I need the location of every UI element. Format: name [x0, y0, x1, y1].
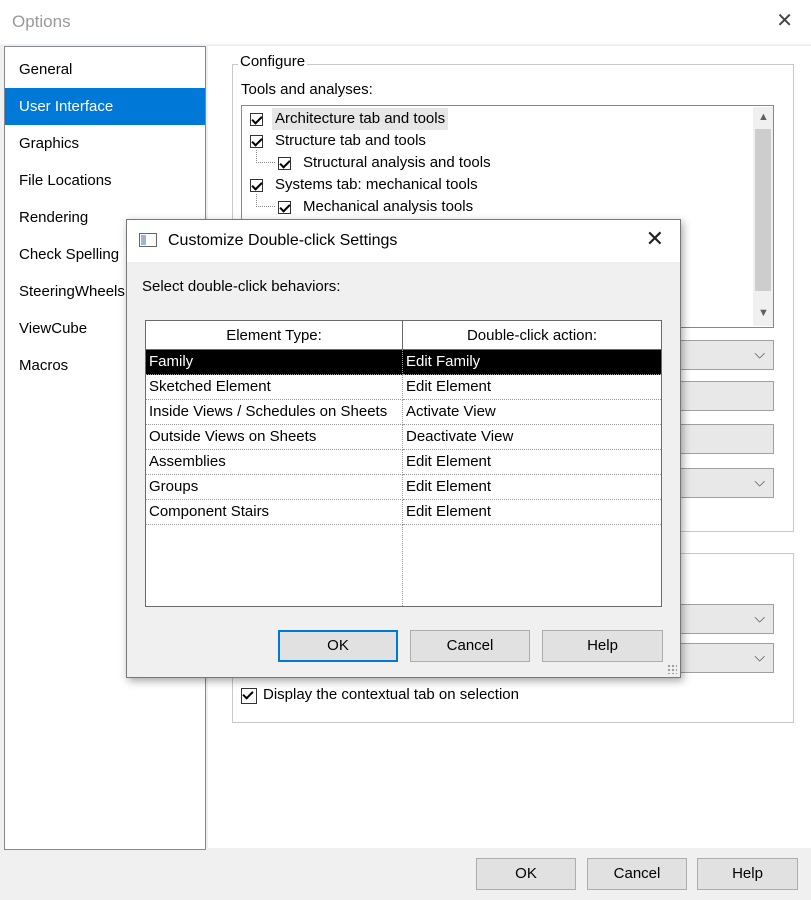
double-click-grid: Element Type: Double-click action: Famil… [145, 320, 662, 607]
chevron-down-icon: ⌵ [754, 345, 765, 362]
element-type-cell[interactable]: Sketched Element [146, 375, 403, 400]
column-divider [402, 525, 403, 606]
scroll-up-icon[interactable]: ▲ [758, 111, 769, 123]
scroll-thumb[interactable] [755, 129, 771, 291]
table-row[interactable]: Family Edit Family [146, 350, 661, 375]
nav-item-user-interface[interactable]: User Interface [5, 88, 205, 125]
contextual-tab-checkbox[interactable] [241, 688, 257, 704]
options-titlebar: Options ✕ [0, 0, 811, 44]
tree-item-label: Architecture tab and tools [275, 110, 446, 127]
ok-button[interactable]: OK [476, 858, 576, 890]
dialog-titlebar: Customize Double-click Settings ✕ [127, 220, 680, 262]
tree-connector [256, 194, 275, 207]
resize-grip-icon[interactable] [667, 664, 677, 674]
tools-analyses-label: Tools and analyses: [241, 81, 373, 98]
table-row[interactable]: Outside Views on Sheets Deactivate View [146, 425, 661, 450]
chevron-down-icon: ⌵ [754, 609, 765, 626]
table-row[interactable]: Component Stairs Edit Element [146, 500, 661, 525]
dialog-cancel-button[interactable]: Cancel [410, 630, 530, 662]
table-row[interactable]: Assemblies Edit Element [146, 450, 661, 475]
chevron-down-icon: ⌵ [754, 648, 765, 665]
tree-connector [256, 150, 275, 163]
action-cell[interactable]: Edit Element [403, 450, 661, 475]
configure-legend: Configure [238, 53, 308, 70]
tree-item-label: Structure tab and tools [275, 132, 426, 149]
tree-item-label: Structural analysis and tools [303, 154, 491, 171]
architecture-checkbox[interactable] [250, 113, 263, 126]
action-cell[interactable]: Deactivate View [403, 425, 661, 450]
double-click-settings-dialog: Customize Double-click Settings ✕ Select… [126, 219, 681, 678]
dialog-ok-button[interactable]: OK [278, 630, 398, 662]
action-cell[interactable]: Edit Element [403, 500, 661, 525]
systems-mechanical-checkbox[interactable] [250, 179, 263, 192]
column-header-element-type: Element Type: [146, 321, 403, 350]
chevron-down-icon: ⌵ [754, 473, 765, 490]
tree-scrollbar[interactable]: ▲ ▼ [753, 107, 773, 326]
nav-item-file-locations[interactable]: File Locations [5, 162, 205, 199]
contextual-tab-label: Display the contextual tab on selection [263, 686, 519, 703]
dialog-title: Customize Double-click Settings [168, 232, 398, 249]
element-type-cell[interactable]: Component Stairs [146, 500, 403, 525]
action-cell[interactable]: Edit Element [403, 375, 661, 400]
nav-item-general[interactable]: General [5, 51, 205, 88]
structure-checkbox[interactable] [250, 135, 263, 148]
table-row[interactable]: Sketched Element Edit Element [146, 375, 661, 400]
dialog-close-icon[interactable]: ✕ [646, 226, 664, 252]
tree-item-mechanical-analysis[interactable]: Mechanical analysis tools [303, 196, 473, 218]
mechanical-analysis-checkbox[interactable] [278, 201, 291, 214]
tree-item-label: Systems tab: mechanical tools [275, 176, 478, 193]
element-type-cell[interactable]: Inside Views / Schedules on Sheets [146, 400, 403, 425]
tree-item-systems-mechanical[interactable]: Systems tab: mechanical tools [275, 174, 478, 196]
table-row[interactable]: Groups Edit Element [146, 475, 661, 500]
tree-item-label: Mechanical analysis tools [303, 198, 474, 215]
table-row[interactable]: Inside Views / Schedules on Sheets Activ… [146, 400, 661, 425]
tree-item-structural-analysis[interactable]: Structural analysis and tools [303, 152, 491, 174]
element-type-cell[interactable]: Family [146, 350, 403, 375]
element-type-cell[interactable]: Outside Views on Sheets [146, 425, 403, 450]
tree-item-structure[interactable]: Structure tab and tools [275, 130, 426, 152]
cancel-button[interactable]: Cancel [587, 858, 687, 890]
structural-analysis-checkbox[interactable] [278, 157, 291, 170]
action-cell[interactable]: Edit Element [403, 475, 661, 500]
scroll-down-icon[interactable]: ▼ [758, 307, 769, 319]
tree-item-architecture[interactable]: Architecture tab and tools [272, 108, 449, 130]
dialog-prompt: Select double-click behaviors: [142, 278, 341, 295]
dialog-help-button[interactable]: Help [542, 630, 663, 662]
column-header-double-click-action: Double-click action: [403, 321, 661, 350]
element-type-cell[interactable]: Groups [146, 475, 403, 500]
element-type-cell[interactable]: Assemblies [146, 450, 403, 475]
dialog-window-icon [139, 233, 157, 247]
action-cell[interactable]: Edit Family [403, 350, 661, 375]
action-cell[interactable]: Activate View [403, 400, 661, 425]
nav-item-graphics[interactable]: Graphics [5, 125, 205, 162]
close-icon[interactable]: ✕ [776, 8, 793, 33]
help-button[interactable]: Help [697, 858, 798, 890]
window-title: Options [12, 12, 71, 31]
